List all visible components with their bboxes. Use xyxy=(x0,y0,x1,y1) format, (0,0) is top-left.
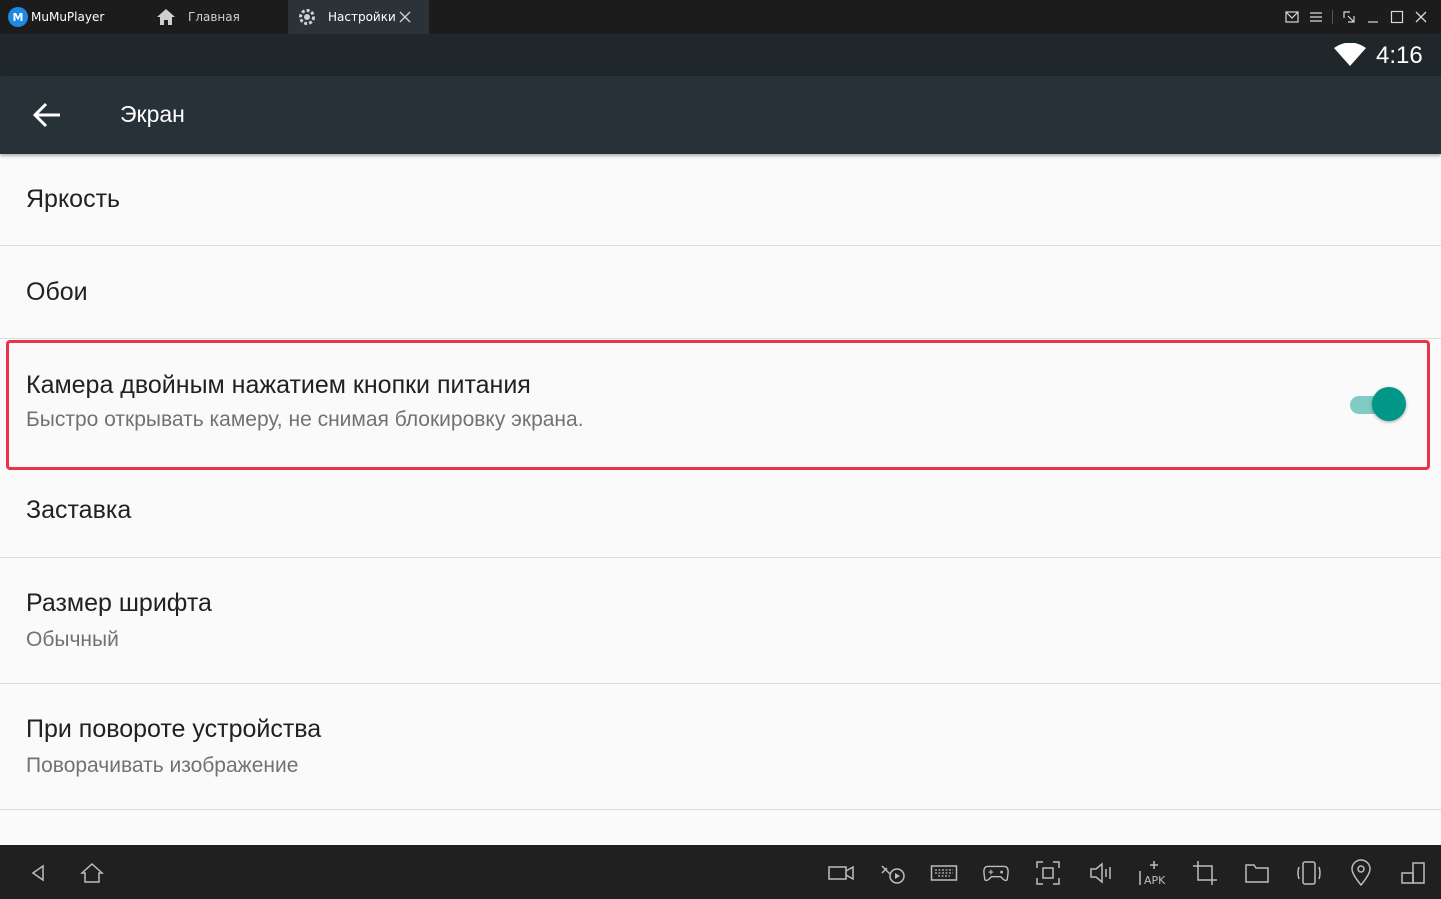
setting-subtitle: Обычный xyxy=(26,628,119,651)
rotate-icon xyxy=(1297,861,1321,885)
video-record-button[interactable] xyxy=(827,859,855,887)
setting-title: Размер шрифта xyxy=(26,589,212,617)
arrow-back-icon xyxy=(32,102,60,128)
location-button[interactable] xyxy=(1347,859,1375,887)
apk-install-icon: APK xyxy=(1139,861,1166,887)
crop-button[interactable] xyxy=(1191,859,1219,887)
app-name: MuMuPlayer xyxy=(31,10,105,24)
controls-divider xyxy=(1332,10,1333,24)
wifi-icon xyxy=(1334,43,1366,66)
folder-icon xyxy=(1245,864,1269,883)
close-icon[interactable] xyxy=(1409,6,1433,28)
tab-settings-label: Настройки xyxy=(328,10,396,24)
emulator-title-bar: M MuMuPlayer Главная Настройки xyxy=(0,0,1441,34)
home-icon xyxy=(80,862,104,883)
setting-subtitle: Поворачивать изображение xyxy=(26,754,299,777)
volume-icon xyxy=(1090,862,1111,884)
multi-window-icon xyxy=(1401,862,1425,884)
mumu-logo-icon: M xyxy=(8,7,28,27)
setting-font-size[interactable]: Размер шрифта Обычный xyxy=(0,558,1441,684)
setting-title: Обои xyxy=(26,278,88,306)
back-triangle-icon xyxy=(31,864,44,882)
screenshot-button[interactable] xyxy=(1034,859,1062,887)
setting-title: Камера двойным нажатием кнопки питания xyxy=(26,371,531,399)
window-controls xyxy=(1280,6,1433,28)
setting-title: При повороте устройства xyxy=(26,715,322,743)
menu-icon[interactable] xyxy=(1304,6,1328,28)
maximize-icon[interactable] xyxy=(1385,6,1409,28)
emulator-bottom-toolbar: APK xyxy=(0,845,1441,899)
operation-record-button[interactable] xyxy=(879,859,907,887)
gamepad-icon xyxy=(983,865,1009,882)
page-title: Экран xyxy=(120,101,185,127)
setting-title: Яркость xyxy=(26,185,121,213)
folder-button[interactable] xyxy=(1243,859,1271,887)
crop-icon xyxy=(1193,861,1217,885)
setting-double-tap-camera[interactable]: Камера двойным нажатием кнопки питания Б… xyxy=(0,339,1441,465)
setting-title: Заставка xyxy=(26,496,132,524)
video-record-icon xyxy=(828,865,854,881)
settings-list: Яркость Обои Камера двойным нажатием кно… xyxy=(0,154,1441,845)
back-button[interactable] xyxy=(28,96,66,134)
mail-icon[interactable] xyxy=(1280,6,1304,28)
gear-icon xyxy=(299,9,315,25)
volume-button[interactable] xyxy=(1087,859,1115,887)
home-icon xyxy=(157,9,175,25)
apk-install-button[interactable]: APK xyxy=(1138,859,1170,887)
status-clock: 4:16 xyxy=(1376,42,1423,69)
rotate-button[interactable] xyxy=(1295,859,1323,887)
multi-window-button[interactable] xyxy=(1399,859,1427,887)
setting-wallpaper[interactable]: Обои xyxy=(0,246,1441,339)
app-bar: Экран xyxy=(0,76,1441,154)
operation-record-icon xyxy=(881,865,905,884)
minimize-icon[interactable] xyxy=(1361,6,1385,28)
android-status-bar: 4:16 xyxy=(0,34,1441,76)
screenshot-icon xyxy=(1036,861,1060,885)
nav-back-button[interactable] xyxy=(24,859,52,887)
tab-home[interactable]: Главная xyxy=(150,0,286,34)
camera-toggle-switch[interactable] xyxy=(1348,386,1406,422)
location-icon xyxy=(1351,859,1371,887)
setting-brightness[interactable]: Яркость xyxy=(0,154,1441,246)
keyboard-button[interactable] xyxy=(930,859,958,887)
switch-thumb xyxy=(1372,387,1406,421)
apk-label: APK xyxy=(1144,874,1166,887)
setting-subtitle: Быстро открывать камеру, не снимая блоки… xyxy=(26,408,584,431)
tab-settings[interactable]: Настройки xyxy=(288,0,429,34)
resize-icon[interactable] xyxy=(1337,6,1361,28)
tab-home-label: Главная xyxy=(188,10,240,24)
keyboard-icon xyxy=(930,865,958,881)
app-logo: M MuMuPlayer xyxy=(8,6,104,28)
setting-screensaver[interactable]: Заставка xyxy=(0,465,1441,558)
setting-auto-rotate[interactable]: При повороте устройства Поворачивать изо… xyxy=(0,684,1441,810)
tab-close-icon[interactable] xyxy=(397,9,413,25)
gamepad-button[interactable] xyxy=(982,859,1010,887)
nav-home-button[interactable] xyxy=(78,859,106,887)
